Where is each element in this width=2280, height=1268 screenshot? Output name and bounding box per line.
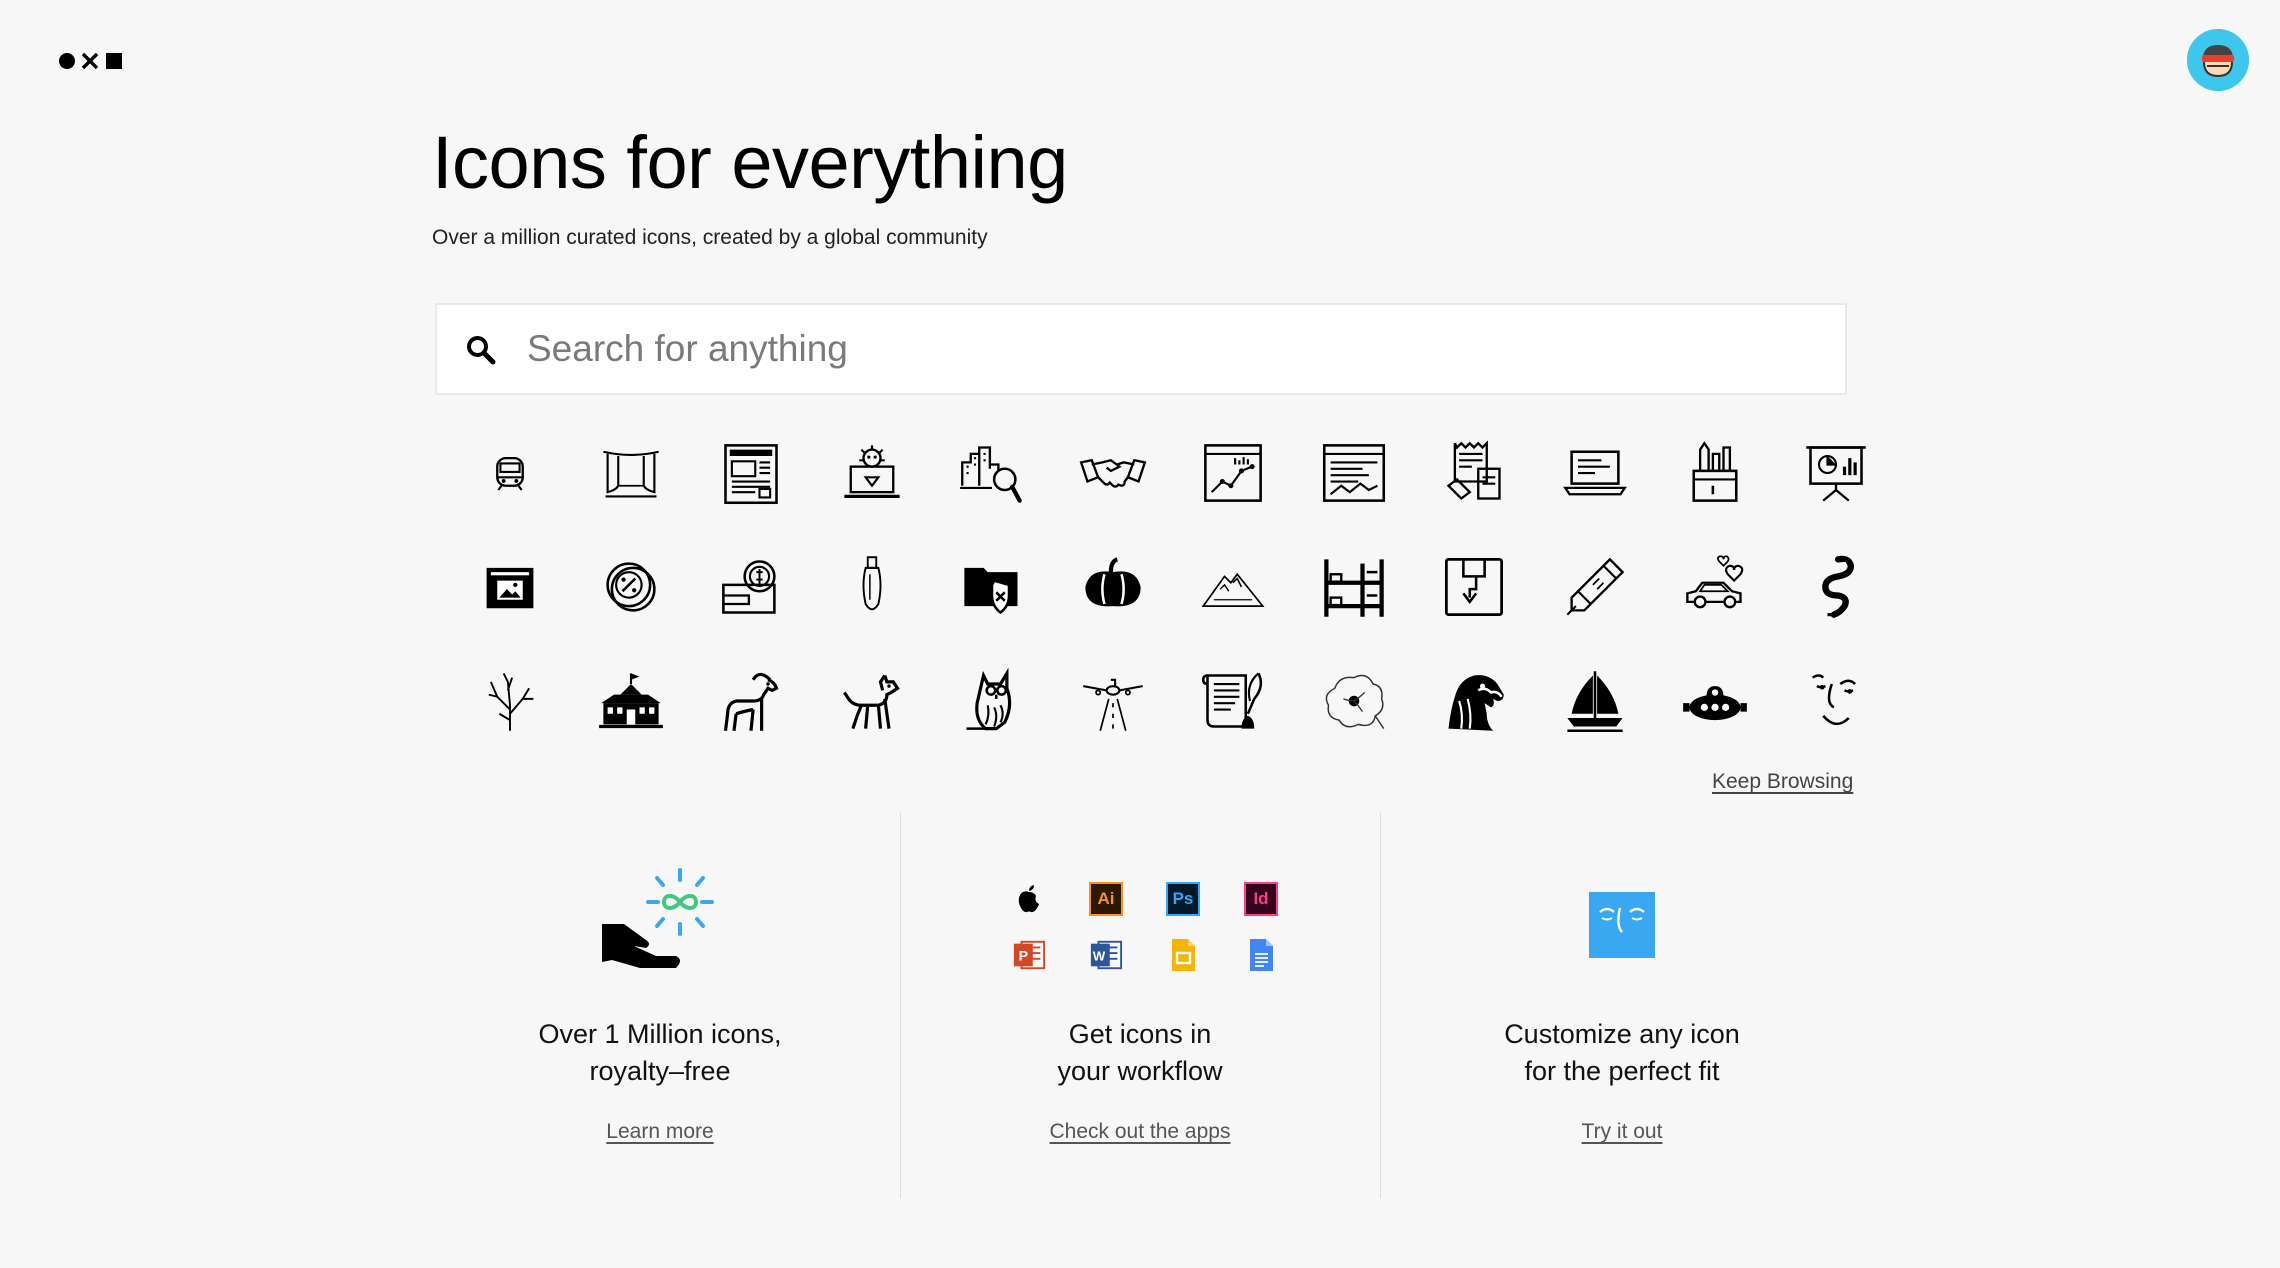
package-return-icon[interactable] bbox=[1414, 530, 1535, 644]
bunk-bed-icon[interactable] bbox=[1294, 530, 1415, 644]
city-search-icon[interactable] bbox=[932, 416, 1053, 530]
money-wallet-icon[interactable] bbox=[691, 530, 812, 644]
feature-customize: Customize any icon for the perfect fit T… bbox=[1382, 860, 1862, 1143]
certificate-quill-icon[interactable] bbox=[1173, 644, 1294, 758]
feature-workflow: Ai Ps Id P W Get icons in your workflow … bbox=[900, 860, 1380, 1143]
face-line-icon[interactable] bbox=[1776, 644, 1897, 758]
owl-icon[interactable] bbox=[932, 644, 1053, 758]
presentation-board-icon[interactable] bbox=[1776, 416, 1897, 530]
try-it-out-link[interactable]: Try it out bbox=[1582, 1120, 1663, 1144]
desk-supplies-icon[interactable] bbox=[1655, 416, 1776, 530]
learn-more-link[interactable]: Learn more bbox=[606, 1120, 713, 1144]
icon-grid bbox=[450, 416, 1866, 733]
search-input[interactable] bbox=[527, 321, 1817, 377]
pencil-eraser-icon[interactable] bbox=[1535, 530, 1656, 644]
website-dashboard-icon[interactable] bbox=[1294, 416, 1415, 530]
dog-icon[interactable] bbox=[812, 644, 933, 758]
feature-title: Get icons in your workflow bbox=[1057, 1019, 1223, 1086]
feature-divider bbox=[1380, 812, 1381, 1198]
goat-icon[interactable] bbox=[691, 644, 812, 758]
pumpkin-icon[interactable] bbox=[1053, 530, 1174, 644]
newspaper-icon[interactable] bbox=[691, 416, 812, 530]
bulb-pendant-icon[interactable] bbox=[812, 530, 933, 644]
sailboat-icon[interactable] bbox=[1535, 644, 1656, 758]
search-bar[interactable] bbox=[435, 303, 1847, 395]
keep-browsing-link[interactable]: Keep Browsing bbox=[1712, 770, 1853, 794]
poppy-flower-icon[interactable] bbox=[1294, 644, 1415, 758]
user-avatar-icon[interactable] bbox=[2187, 29, 2249, 91]
snake-icon[interactable] bbox=[1776, 530, 1897, 644]
noun-project-logo-icon[interactable] bbox=[58, 52, 124, 70]
analytics-chart-icon[interactable] bbox=[1173, 416, 1294, 530]
page-subtitle: Over a million curated icons, created by… bbox=[432, 226, 988, 249]
laptop-code-icon[interactable] bbox=[1535, 416, 1656, 530]
submarine-icon[interactable] bbox=[1655, 644, 1776, 758]
shield-folder-icon[interactable] bbox=[932, 530, 1053, 644]
feature-title: Over 1 Million icons, royalty–free bbox=[538, 1019, 782, 1086]
airport-plane-icon[interactable] bbox=[1053, 644, 1174, 758]
stage-curtain-icon[interactable] bbox=[571, 416, 692, 530]
image-window-icon[interactable] bbox=[450, 530, 571, 644]
feature-title: Customize any icon for the perfect fit bbox=[1504, 1019, 1740, 1086]
page-title: Icons for everything bbox=[432, 121, 1068, 204]
car-love-icon[interactable] bbox=[1655, 530, 1776, 644]
mountain-icon[interactable] bbox=[1173, 530, 1294, 644]
feature-royalty-free: Over 1 Million icons, royalty–free Learn… bbox=[420, 860, 900, 1143]
laptop-virus-icon[interactable] bbox=[812, 416, 933, 530]
plant-sprout-icon[interactable] bbox=[450, 644, 571, 758]
train-front-icon[interactable] bbox=[450, 416, 571, 530]
school-building-icon[interactable] bbox=[571, 644, 692, 758]
eagle-head-icon[interactable] bbox=[1414, 644, 1535, 758]
discount-coin-icon[interactable] bbox=[571, 530, 692, 644]
check-out-apps-link[interactable]: Check out the apps bbox=[1050, 1120, 1231, 1144]
document-sign-icon[interactable] bbox=[1414, 416, 1535, 530]
search-icon[interactable] bbox=[465, 334, 497, 366]
handshake-icon[interactable] bbox=[1053, 416, 1174, 530]
